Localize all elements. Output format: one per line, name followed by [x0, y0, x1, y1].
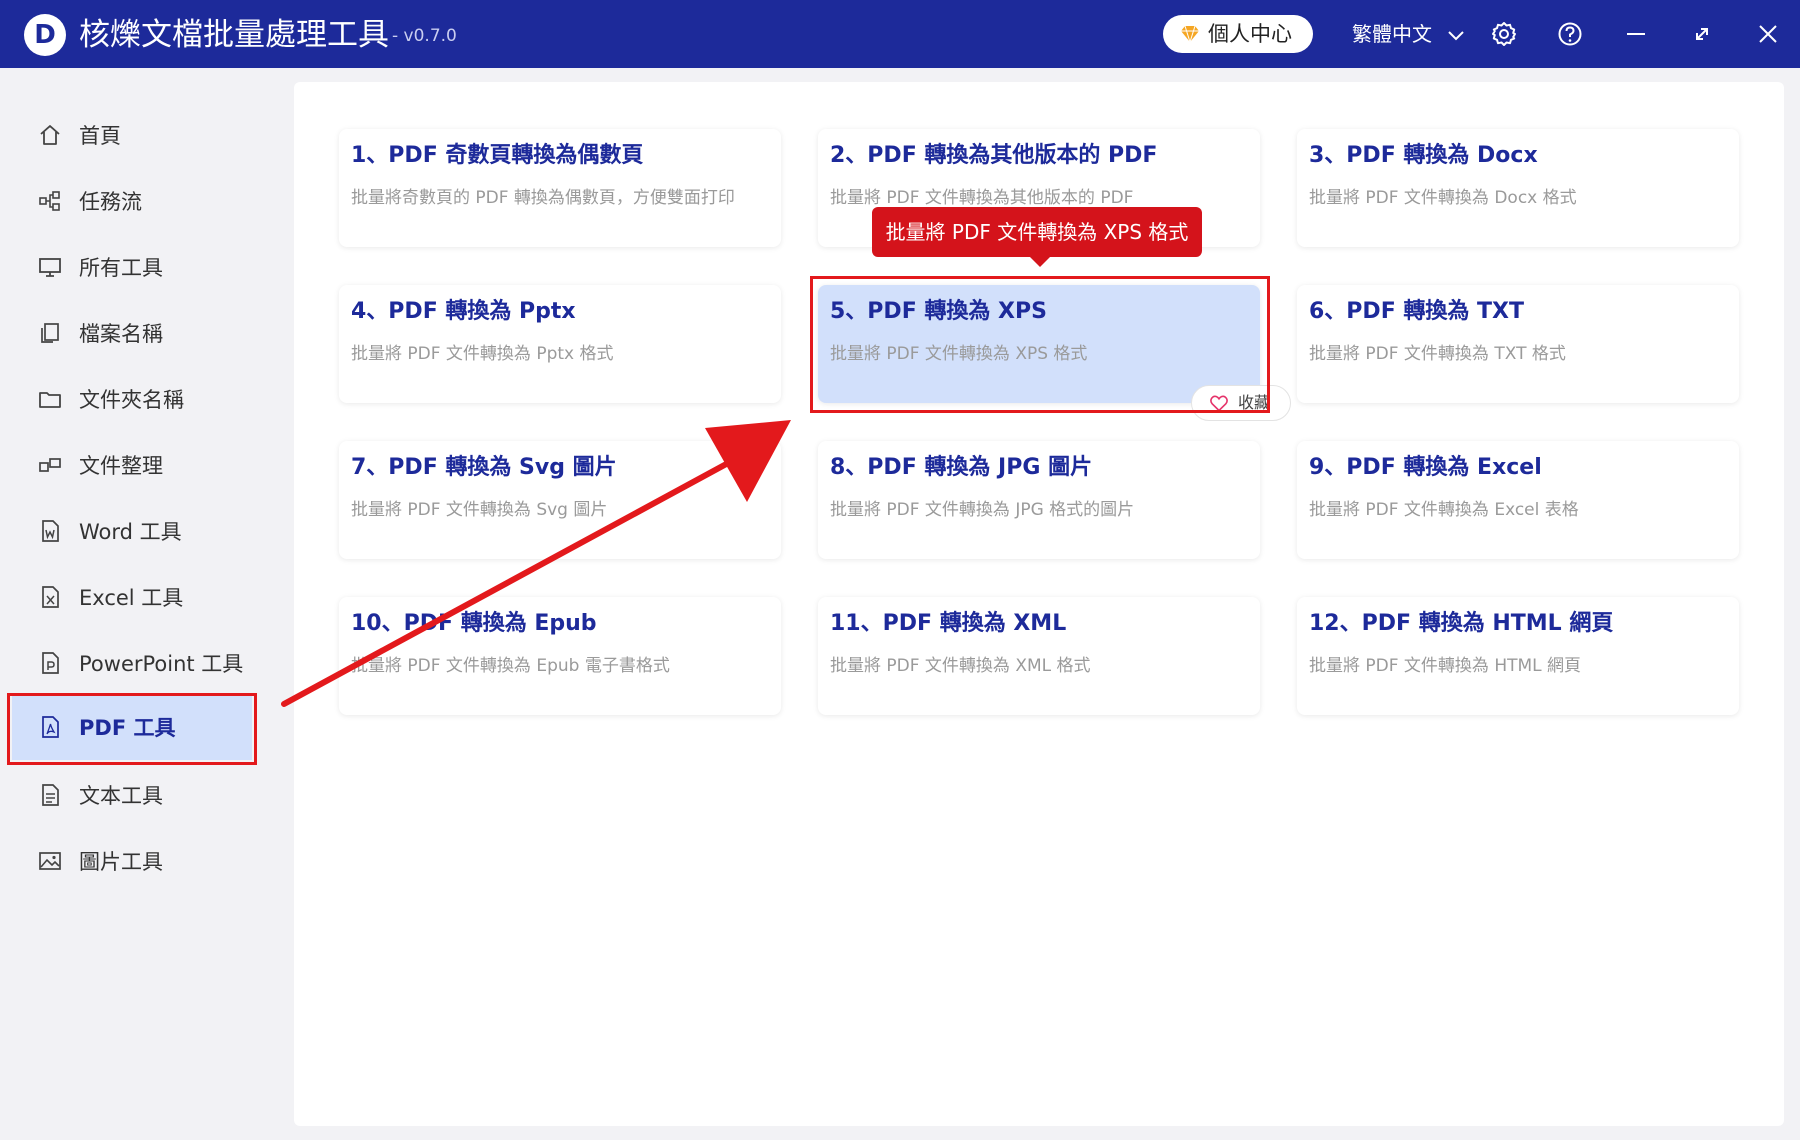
tool-card-title: 3、PDF 轉換為 Docx [1309, 143, 1538, 168]
tool-card-title: 2、PDF 轉換為其他版本的 PDF [830, 143, 1158, 168]
home-icon [38, 123, 62, 147]
diamond-icon [1181, 26, 1199, 42]
tool-card[interactable]: 12、PDF 轉換為 HTML 網頁批量將 PDF 文件轉換為 HTML 網頁 [1297, 597, 1739, 715]
sidebar-item-label: PDF 工具 [79, 716, 176, 740]
tool-card-title: 5、PDF 轉換為 XPS [830, 299, 1047, 324]
excel-doc-icon [38, 585, 62, 609]
tool-card-title: 12、PDF 轉換為 HTML 網頁 [1309, 611, 1614, 636]
tool-card[interactable]: 10、PDF 轉換為 Epub 批量將 PDF 文件轉換為 Epub 電子書格式 [339, 597, 781, 715]
maximize-icon[interactable] [1688, 20, 1716, 48]
sidebar-item-9[interactable]: PowerPoint 工具 [24, 635, 250, 691]
pdf-doc-icon [38, 715, 62, 739]
tool-card[interactable]: 3、PDF 轉換為 Docx 批量將 PDF 文件轉換為 Docx 格式 [1297, 129, 1739, 247]
organize-icon [38, 453, 62, 477]
sidebar-item-label: 任務流 [79, 190, 142, 214]
tool-card[interactable]: 1、PDF 奇數頁轉換為偶數頁批量將奇數頁的 PDF 轉換為偶數頁，方便雙面打印 [339, 129, 781, 247]
help-icon[interactable] [1556, 20, 1584, 48]
close-icon[interactable] [1754, 20, 1782, 48]
tool-card-title: 10、PDF 轉換為 Epub [351, 611, 597, 636]
sidebar-item-label: 檔案名稱 [79, 322, 163, 346]
workflow-icon [38, 189, 62, 213]
tool-card[interactable]: 4、PDF 轉換為 Pptx 批量將 PDF 文件轉換為 Pptx 格式 [339, 285, 781, 403]
tool-card-description: 批量將 PDF 文件轉換為 XPS 格式 [830, 344, 1088, 364]
language-select[interactable]: 繁體中文 [1352, 16, 1465, 52]
sidebar-item-5[interactable]: 文件夾名稱 [24, 371, 250, 427]
tool-card-description: 批量將 PDF 文件轉換為 Pptx 格式 [351, 344, 614, 364]
tool-card-description: 批量將 PDF 文件轉換為 Svg 圖片 [351, 500, 608, 520]
tool-card-title: 4、PDF 轉換為 Pptx [351, 299, 576, 324]
tool-card[interactable]: 8、PDF 轉換為 JPG 圖片批量將 PDF 文件轉換為 JPG 格式的圖片 [818, 441, 1260, 559]
tool-card[interactable]: 7、PDF 轉換為 Svg 圖片批量將 PDF 文件轉換為 Svg 圖片 [339, 441, 781, 559]
user-center-button[interactable]: 個人中心 [1163, 15, 1313, 53]
text-doc-icon [38, 783, 62, 807]
tooltip: 批量將 PDF 文件轉換為 XPS 格式 [872, 207, 1202, 257]
monitor-icon [38, 255, 62, 279]
tool-card-title: 8、PDF 轉換為 JPG 圖片 [830, 455, 1093, 480]
sidebar-item-label: 所有工具 [79, 256, 163, 280]
settings-icon[interactable] [1490, 20, 1518, 48]
tool-card-title: 1、PDF 奇數頁轉換為偶數頁 [351, 143, 644, 168]
image-icon [38, 849, 62, 873]
sidebar-item-11[interactable]: 文本工具 [24, 767, 250, 823]
sidebar-item-label: 文件夾名稱 [79, 388, 184, 412]
sidebar-item-label: 首頁 [79, 124, 121, 148]
title-bar: D 核爍文檔批量處理工具 - v0.7.0 個人中心 繁體中文 [0, 0, 1800, 68]
tool-card-description: 批量將 PDF 文件轉換為 Docx 格式 [1309, 188, 1577, 208]
tool-card[interactable]: 9、PDF 轉換為 Excel 批量將 PDF 文件轉換為 Excel 表格 [1297, 441, 1739, 559]
favorite-button[interactable]: 收藏 [1191, 385, 1291, 421]
sidebar-item-8[interactable]: Excel 工具 [24, 569, 250, 625]
tool-card-title: 6、PDF 轉換為 TXT [1309, 299, 1525, 324]
sidebar-item-3[interactable]: 所有工具 [24, 239, 250, 295]
sidebar-item-label: 圖片工具 [79, 850, 163, 874]
sidebar-item-label: PowerPoint 工具 [79, 652, 244, 676]
word-doc-icon [38, 519, 62, 543]
sidebar-item-4[interactable]: 檔案名稱 [24, 305, 250, 361]
minimize-icon[interactable] [1622, 20, 1650, 48]
tooltip-pointer [1029, 256, 1051, 267]
sidebar-item-10[interactable]: PDF 工具 [12, 694, 252, 760]
app-version: - v0.7.0 [392, 26, 457, 46]
tool-card-title: 11、PDF 轉換為 XML [830, 611, 1067, 636]
tool-card-title: 7、PDF 轉換為 Svg 圖片 [351, 455, 617, 480]
sidebar-item-label: Excel 工具 [79, 586, 184, 610]
folder-icon [38, 387, 62, 411]
heart-icon [1210, 395, 1228, 412]
chevron-down-icon [1448, 30, 1465, 40]
tool-card-description: 批量將 PDF 文件轉換為 Epub 電子書格式 [351, 656, 670, 676]
sidebar-item-1[interactable]: 首頁 [24, 107, 250, 163]
favorite-label: 收藏 [1238, 393, 1271, 412]
app-title: 核爍文檔批量處理工具 [79, 17, 389, 53]
sidebar-item-label: Word 工具 [79, 520, 182, 544]
sidebar-item-12[interactable]: 圖片工具 [24, 833, 250, 889]
tool-card-title: 9、PDF 轉換為 Excel [1309, 455, 1542, 480]
tool-card-description: 批量將 PDF 文件轉換為 HTML 網頁 [1309, 656, 1582, 676]
sidebar-item-7[interactable]: Word 工具 [24, 503, 250, 559]
sidebar-item-label: 文本工具 [79, 784, 163, 808]
sidebar-item-6[interactable]: 文件整理 [24, 437, 250, 493]
sidebar-item-label: 文件整理 [79, 454, 163, 478]
user-center-label: 個人中心 [1208, 22, 1292, 46]
sidebar-item-2[interactable]: 任務流 [24, 173, 250, 229]
tool-card-description: 批量將 PDF 文件轉換為 XML 格式 [830, 656, 1091, 676]
file-copy-icon [38, 321, 62, 345]
tool-card-description: 批量將 PDF 文件轉換為 JPG 格式的圖片 [830, 500, 1135, 520]
tool-card-description: 批量將 PDF 文件轉換為 TXT 格式 [1309, 344, 1566, 364]
tool-card-description: 批量將奇數頁的 PDF 轉換為偶數頁，方便雙面打印 [351, 188, 735, 208]
tool-card[interactable]: 6、PDF 轉換為 TXT 批量將 PDF 文件轉換為 TXT 格式 [1297, 285, 1739, 403]
ppt-doc-icon [38, 651, 62, 675]
tool-card-description: 批量將 PDF 文件轉換為 Excel 表格 [1309, 500, 1579, 520]
app-logo-icon: D [24, 14, 66, 56]
language-label: 繁體中文 [1352, 22, 1432, 46]
tool-card[interactable]: 11、PDF 轉換為 XML 批量將 PDF 文件轉換為 XML 格式 [818, 597, 1260, 715]
tool-card[interactable]: 5、PDF 轉換為 XPS 批量將 PDF 文件轉換為 XPS 格式 [818, 285, 1260, 403]
